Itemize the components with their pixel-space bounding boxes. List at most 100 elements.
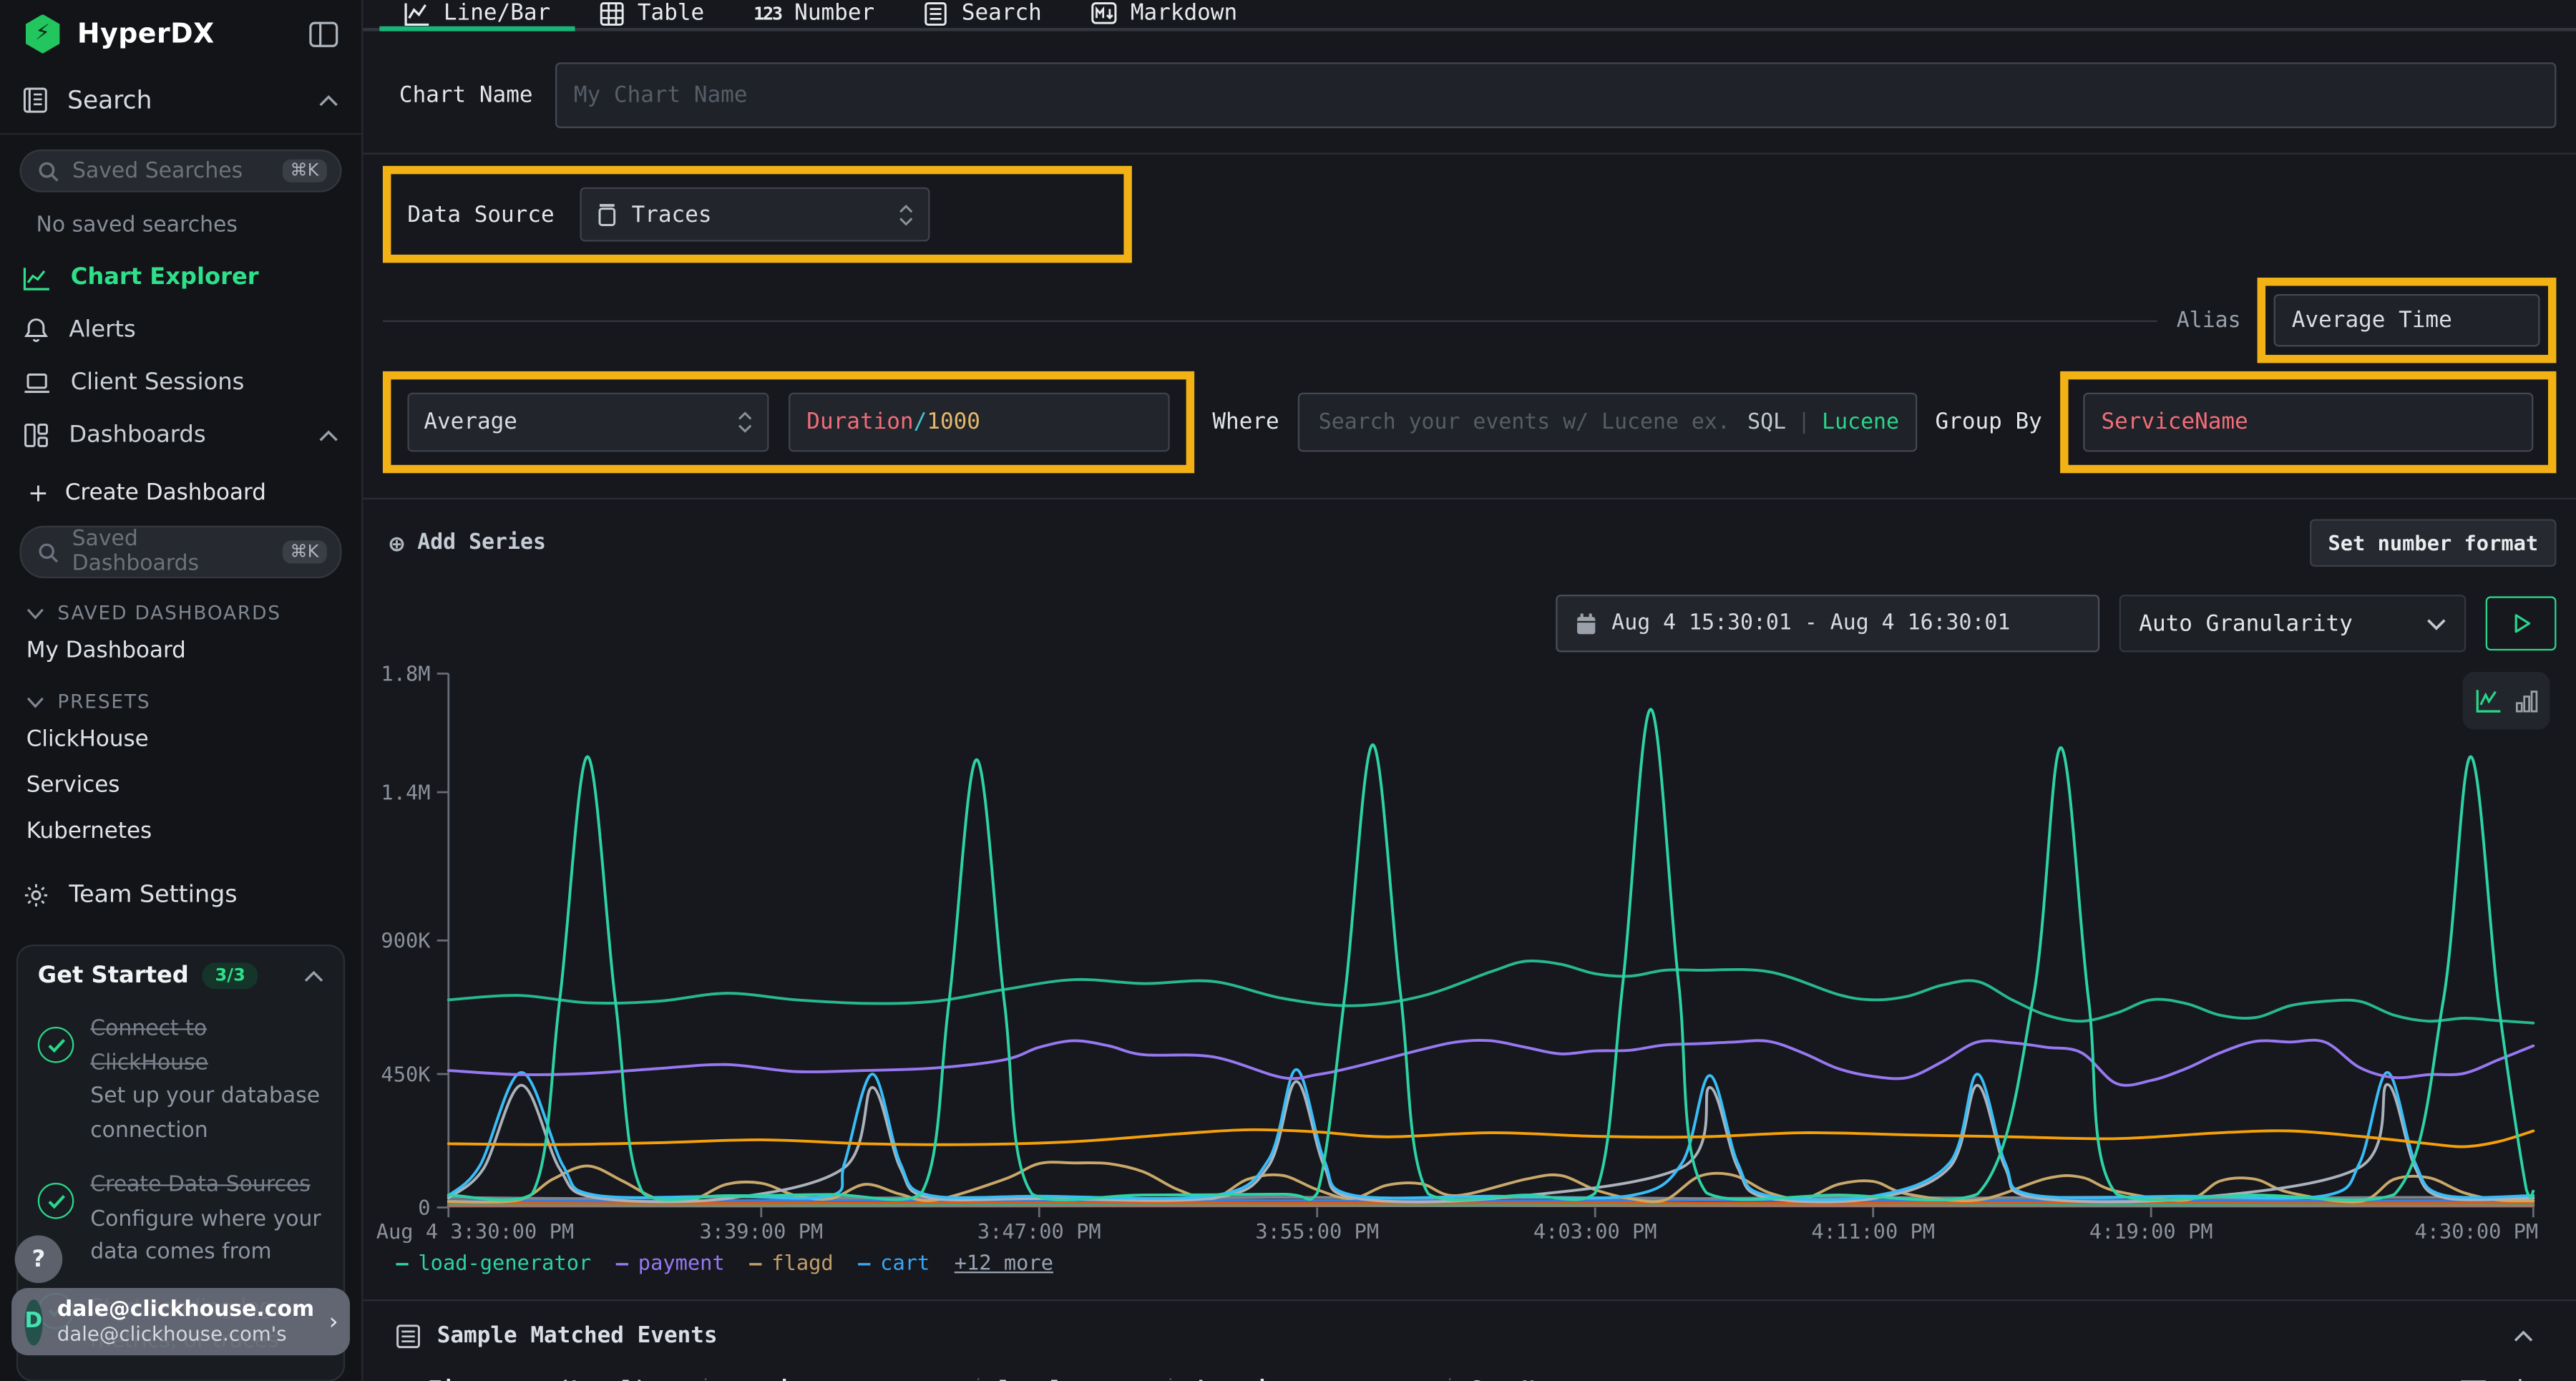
tab-number[interactable]: 123 Number [729, 0, 899, 31]
sidebar-item-label: Dashboards [69, 422, 205, 449]
sidebar-section-search[interactable]: Search [0, 68, 361, 134]
column-separator[interactable] [705, 1377, 706, 1381]
wrap-lines-icon[interactable] [2459, 1377, 2487, 1381]
column-separator[interactable] [977, 1377, 979, 1381]
formula-operator: / [914, 409, 927, 436]
column-header-duration[interactable]: duration [1191, 1377, 1449, 1381]
column-header-spanname[interactable]: SpanName [1470, 1377, 2459, 1381]
chevron-up-icon[interactable] [2514, 1330, 2534, 1342]
column-header-service[interactable]: service [726, 1377, 977, 1381]
preset-item-clickhouse[interactable]: ClickHouse [0, 716, 361, 762]
alias-highlight [2258, 278, 2557, 363]
events-table-header: Timestamp (Local) service level duration… [383, 1377, 2557, 1381]
sample-events-title: Sample Matched Events [437, 1322, 718, 1349]
group-presets[interactable]: PRESETS [0, 674, 361, 717]
line-bar-icon [404, 1, 431, 25]
updown-chevrons-icon [899, 203, 914, 226]
where-input[interactable] [1315, 409, 1747, 436]
download-icon[interactable] [2507, 1377, 2534, 1381]
bell-icon [23, 317, 49, 343]
time-range-input[interactable]: Aug 4 15:30:01 - Aug 4 16:30:01 [1556, 595, 2099, 652]
legend-item[interactable]: —cart [858, 1250, 930, 1274]
column-separator[interactable] [1170, 1377, 1171, 1381]
sidebar-item-dashboards[interactable]: Dashboards [0, 409, 361, 462]
legend-swatch: — [616, 1250, 628, 1274]
line-view-icon[interactable] [2475, 688, 2502, 713]
group-saved-dashboards[interactable]: SAVED DASHBOARDS [0, 585, 361, 628]
sidebar-header: ⚡ HyperDX [0, 0, 361, 68]
markdown-icon [1091, 1, 1118, 24]
timeseries-chart[interactable]: 0450K900K1.4M1.8MAug 4 3:30:00 PM3:39:00… [376, 662, 2552, 1246]
legend-item[interactable]: —load-generator [396, 1250, 591, 1274]
check-circle-icon [38, 1027, 74, 1063]
tab-markdown[interactable]: Markdown [1066, 0, 1262, 31]
sidebar-item-alerts[interactable]: Alerts [0, 304, 361, 356]
dashboards-icon [23, 422, 49, 449]
chart-name-input[interactable] [556, 62, 2557, 128]
svg-text:0: 0 [418, 1196, 430, 1220]
tab-search[interactable]: Search [899, 0, 1067, 31]
tab-table[interactable]: Table [575, 0, 729, 31]
chevron-up-icon[interactable] [304, 970, 324, 982]
sidebar-item-client-sessions[interactable]: Client Sessions [0, 356, 361, 409]
data-source-select[interactable]: Traces [580, 187, 930, 242]
add-series-button[interactable]: ⊕ Add Series [389, 528, 546, 557]
bar-view-icon[interactable] [2514, 689, 2537, 712]
svg-text:1.8M: 1.8M [381, 662, 430, 685]
saved-searches-input[interactable]: Saved Searches ⌘K [20, 150, 342, 192]
main-content: Line/Bar Table 123 Number Search Markdow… [363, 0, 2576, 1381]
sidebar-item-label: Chart Explorer [71, 265, 259, 291]
no-saved-searches-text: No saved searches [0, 199, 361, 251]
plus-icon: + [28, 478, 49, 507]
granularity-select[interactable]: Auto Granularity [2119, 595, 2466, 652]
legend-item[interactable]: —payment [616, 1250, 725, 1274]
saved-searches-placeholder: Saved Searches [72, 159, 243, 183]
svg-text:4:03:00 PM: 4:03:00 PM [1533, 1219, 1657, 1244]
legend-more-link[interactable]: +12 more [955, 1250, 1053, 1274]
svg-text:1.4M: 1.4M [381, 780, 430, 804]
group-by-input[interactable] [2083, 393, 2533, 452]
team-settings-button[interactable]: Team Settings [0, 854, 361, 919]
create-dashboard-button[interactable]: + Create Dashboard [0, 462, 361, 511]
get-started-item-subtitle: Set up your database connection [90, 1085, 320, 1143]
where-label: Where [1212, 409, 1279, 436]
column-separator[interactable] [1449, 1377, 1450, 1381]
divider [363, 1299, 2576, 1301]
svg-text:450K: 450K [381, 1062, 431, 1086]
language-toggle[interactable]: SQL|Lucene [1747, 410, 1899, 434]
help-button[interactable]: ? [15, 1236, 63, 1284]
column-header-level[interactable]: level [999, 1377, 1170, 1381]
tab-line-bar[interactable]: Line/Bar [379, 0, 575, 31]
get-started-item-title: Create Data Sources [90, 1173, 311, 1198]
where-input-wrap: SQL|Lucene [1297, 393, 1917, 452]
get-started-item[interactable]: Create Data Sources Configure where your… [38, 1167, 323, 1269]
get-started-item-subtitle: Configure where your data comes from [90, 1207, 321, 1266]
shortcut-badge: ⌘K [282, 541, 327, 564]
group-by-label: Group By [1936, 409, 2042, 436]
data-source-highlight: Data Source Traces [383, 166, 1133, 263]
sample-events-header[interactable]: Sample Matched Events [383, 1322, 2557, 1349]
divider [363, 498, 2576, 499]
alias-input[interactable] [2274, 294, 2540, 346]
preset-item-kubernetes[interactable]: Kubernetes [0, 809, 361, 854]
collapse-sidebar-icon[interactable] [309, 21, 338, 47]
saved-dashboards-placeholder: Saved Dashboards [72, 527, 269, 577]
get-started-item[interactable]: Connect to ClickHouse Set up your databa… [38, 1010, 323, 1146]
lucene-option[interactable]: Lucene [1822, 410, 1899, 434]
saved-dashboards-input[interactable]: Saved Dashboards ⌘K [20, 526, 342, 578]
preset-item-services[interactable]: Services [0, 762, 361, 808]
set-number-format-button[interactable]: Set number format [2310, 519, 2556, 567]
sql-option[interactable]: SQL [1747, 410, 1786, 434]
user-menu[interactable]: D dale@clickhouse.com dale@clickhouse.co… [11, 1288, 350, 1355]
formula-input[interactable]: Duration/1000 [789, 393, 1170, 452]
legend-item[interactable]: —flagd [749, 1250, 833, 1274]
aggregation-select[interactable]: Average [407, 393, 769, 452]
legend-swatch: — [749, 1250, 761, 1274]
run-query-button[interactable] [2486, 596, 2557, 650]
sidebar-item-chart-explorer[interactable]: Chart Explorer [0, 251, 361, 303]
svg-text:3:39:00 PM: 3:39:00 PM [699, 1219, 823, 1244]
column-header-timestamp[interactable]: Timestamp (Local) [429, 1377, 705, 1381]
dashboard-item-my-dashboard[interactable]: My Dashboard [0, 628, 361, 673]
group-by-highlight [2060, 371, 2556, 473]
laptop-icon [23, 371, 51, 395]
